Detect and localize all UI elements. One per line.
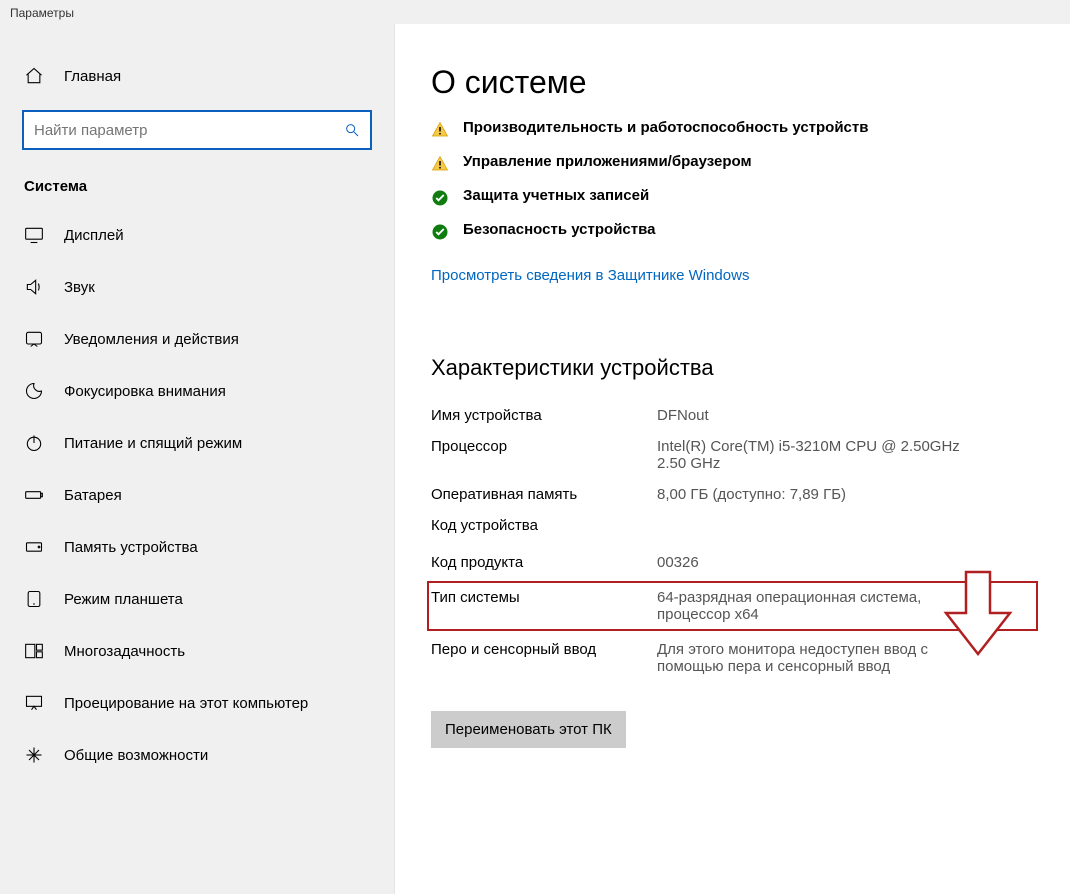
power-icon bbox=[24, 433, 44, 453]
sidebar-item-label: Уведомления и действия bbox=[64, 331, 239, 348]
security-item-device[interactable]: Безопасность устройства bbox=[431, 221, 1034, 241]
search-icon bbox=[344, 122, 360, 138]
sidebar-item-label: Общие возможности bbox=[64, 747, 208, 764]
check-icon bbox=[431, 189, 449, 207]
sidebar-item-battery[interactable]: Батарея bbox=[0, 469, 394, 521]
spec-label: Код продукта bbox=[431, 554, 657, 571]
warning-icon bbox=[431, 121, 449, 139]
tablet-icon bbox=[24, 589, 44, 609]
spec-label: Процессор bbox=[431, 438, 657, 472]
battery-icon bbox=[24, 485, 44, 505]
shared-icon bbox=[24, 745, 44, 765]
main-content: О системе Производительность и работоспо… bbox=[395, 24, 1070, 894]
warning-icon bbox=[431, 155, 449, 173]
spec-header: Характеристики устройства bbox=[431, 355, 1034, 381]
sidebar-item-label: Память устройства bbox=[64, 539, 198, 556]
notifications-icon bbox=[24, 329, 44, 349]
spec-row-deviceid: Код устройства bbox=[431, 517, 1034, 534]
sidebar-item-label: Режим планшета bbox=[64, 591, 183, 608]
spec-row-ram: Оперативная память 8,00 ГБ (доступно: 7,… bbox=[431, 486, 1034, 503]
spec-label: Тип системы bbox=[431, 589, 657, 623]
page-title: О системе bbox=[431, 64, 1034, 101]
storage-icon bbox=[24, 537, 44, 557]
security-item-label: Управление приложениями/браузером bbox=[463, 153, 752, 170]
spec-value: DFNout bbox=[657, 407, 709, 424]
spec-row-devicename: Имя устройства DFNout bbox=[431, 407, 1034, 424]
security-item-performance[interactable]: Производительность и работоспособность у… bbox=[431, 119, 1034, 139]
home-label: Главная bbox=[64, 68, 121, 85]
spec-value: 8,00 ГБ (доступно: 7,89 ГБ) bbox=[657, 486, 846, 503]
sidebar-item-shared[interactable]: Общие возможности bbox=[0, 729, 394, 781]
spec-label: Перо и сенсорный ввод bbox=[431, 641, 657, 675]
annotation-arrow-icon bbox=[938, 568, 1018, 658]
app-title: Параметры bbox=[0, 0, 1070, 24]
search-box[interactable] bbox=[22, 110, 372, 150]
projecting-icon bbox=[24, 693, 44, 713]
sidebar-item-label: Дисплей bbox=[64, 227, 124, 244]
sidebar-item-storage[interactable]: Память устройства bbox=[0, 521, 394, 573]
rename-button[interactable]: Переименовать этот ПК bbox=[431, 711, 626, 748]
sidebar-item-label: Батарея bbox=[64, 487, 122, 504]
spec-row-cpu: Процессор Intel(R) Core(TM) i5-3210M CPU… bbox=[431, 438, 1034, 472]
sidebar-item-multitasking[interactable]: Многозадачность bbox=[0, 625, 394, 677]
defender-link[interactable]: Просмотреть сведения в Защитнике Windows bbox=[431, 267, 749, 284]
sound-icon bbox=[24, 277, 44, 297]
sidebar-item-label: Многозадачность bbox=[64, 643, 185, 660]
sidebar-item-label: Звук bbox=[64, 279, 95, 296]
spec-value: 00326 bbox=[657, 554, 699, 571]
focus-icon bbox=[24, 381, 44, 401]
security-item-label: Производительность и работоспособность у… bbox=[463, 119, 868, 136]
spec-label: Код устройства bbox=[431, 517, 657, 534]
security-item-label: Защита учетных записей bbox=[463, 187, 649, 204]
spec-label: Оперативная память bbox=[431, 486, 657, 503]
home-icon bbox=[24, 66, 44, 86]
sidebar-item-label: Проецирование на этот компьютер bbox=[64, 695, 308, 712]
security-item-label: Безопасность устройства bbox=[463, 221, 655, 238]
spec-label: Имя устройства bbox=[431, 407, 657, 424]
security-item-account[interactable]: Защита учетных записей bbox=[431, 187, 1034, 207]
security-item-appbrowser[interactable]: Управление приложениями/браузером bbox=[431, 153, 1034, 173]
sidebar-item-focus[interactable]: Фокусировка внимания bbox=[0, 365, 394, 417]
sidebar-item-label: Фокусировка внимания bbox=[64, 383, 226, 400]
sidebar: Главная Система Дисплей Звук Уведомления… bbox=[0, 24, 395, 894]
sidebar-section-system: Система bbox=[0, 168, 394, 209]
sidebar-item-power[interactable]: Питание и спящий режим bbox=[0, 417, 394, 469]
sidebar-item-projecting[interactable]: Проецирование на этот компьютер bbox=[0, 677, 394, 729]
sidebar-item-tablet[interactable]: Режим планшета bbox=[0, 573, 394, 625]
display-icon bbox=[24, 225, 44, 245]
sidebar-item-sound[interactable]: Звук bbox=[0, 261, 394, 313]
sidebar-item-home[interactable]: Главная bbox=[0, 54, 394, 98]
search-input[interactable] bbox=[34, 122, 344, 139]
sidebar-item-notifications[interactable]: Уведомления и действия bbox=[0, 313, 394, 365]
check-icon bbox=[431, 223, 449, 241]
multitasking-icon bbox=[24, 641, 44, 661]
sidebar-item-label: Питание и спящий режим bbox=[64, 435, 242, 452]
spec-value: Intel(R) Core(TM) i5-3210M CPU @ 2.50GHz… bbox=[657, 438, 987, 472]
sidebar-item-display[interactable]: Дисплей bbox=[0, 209, 394, 261]
